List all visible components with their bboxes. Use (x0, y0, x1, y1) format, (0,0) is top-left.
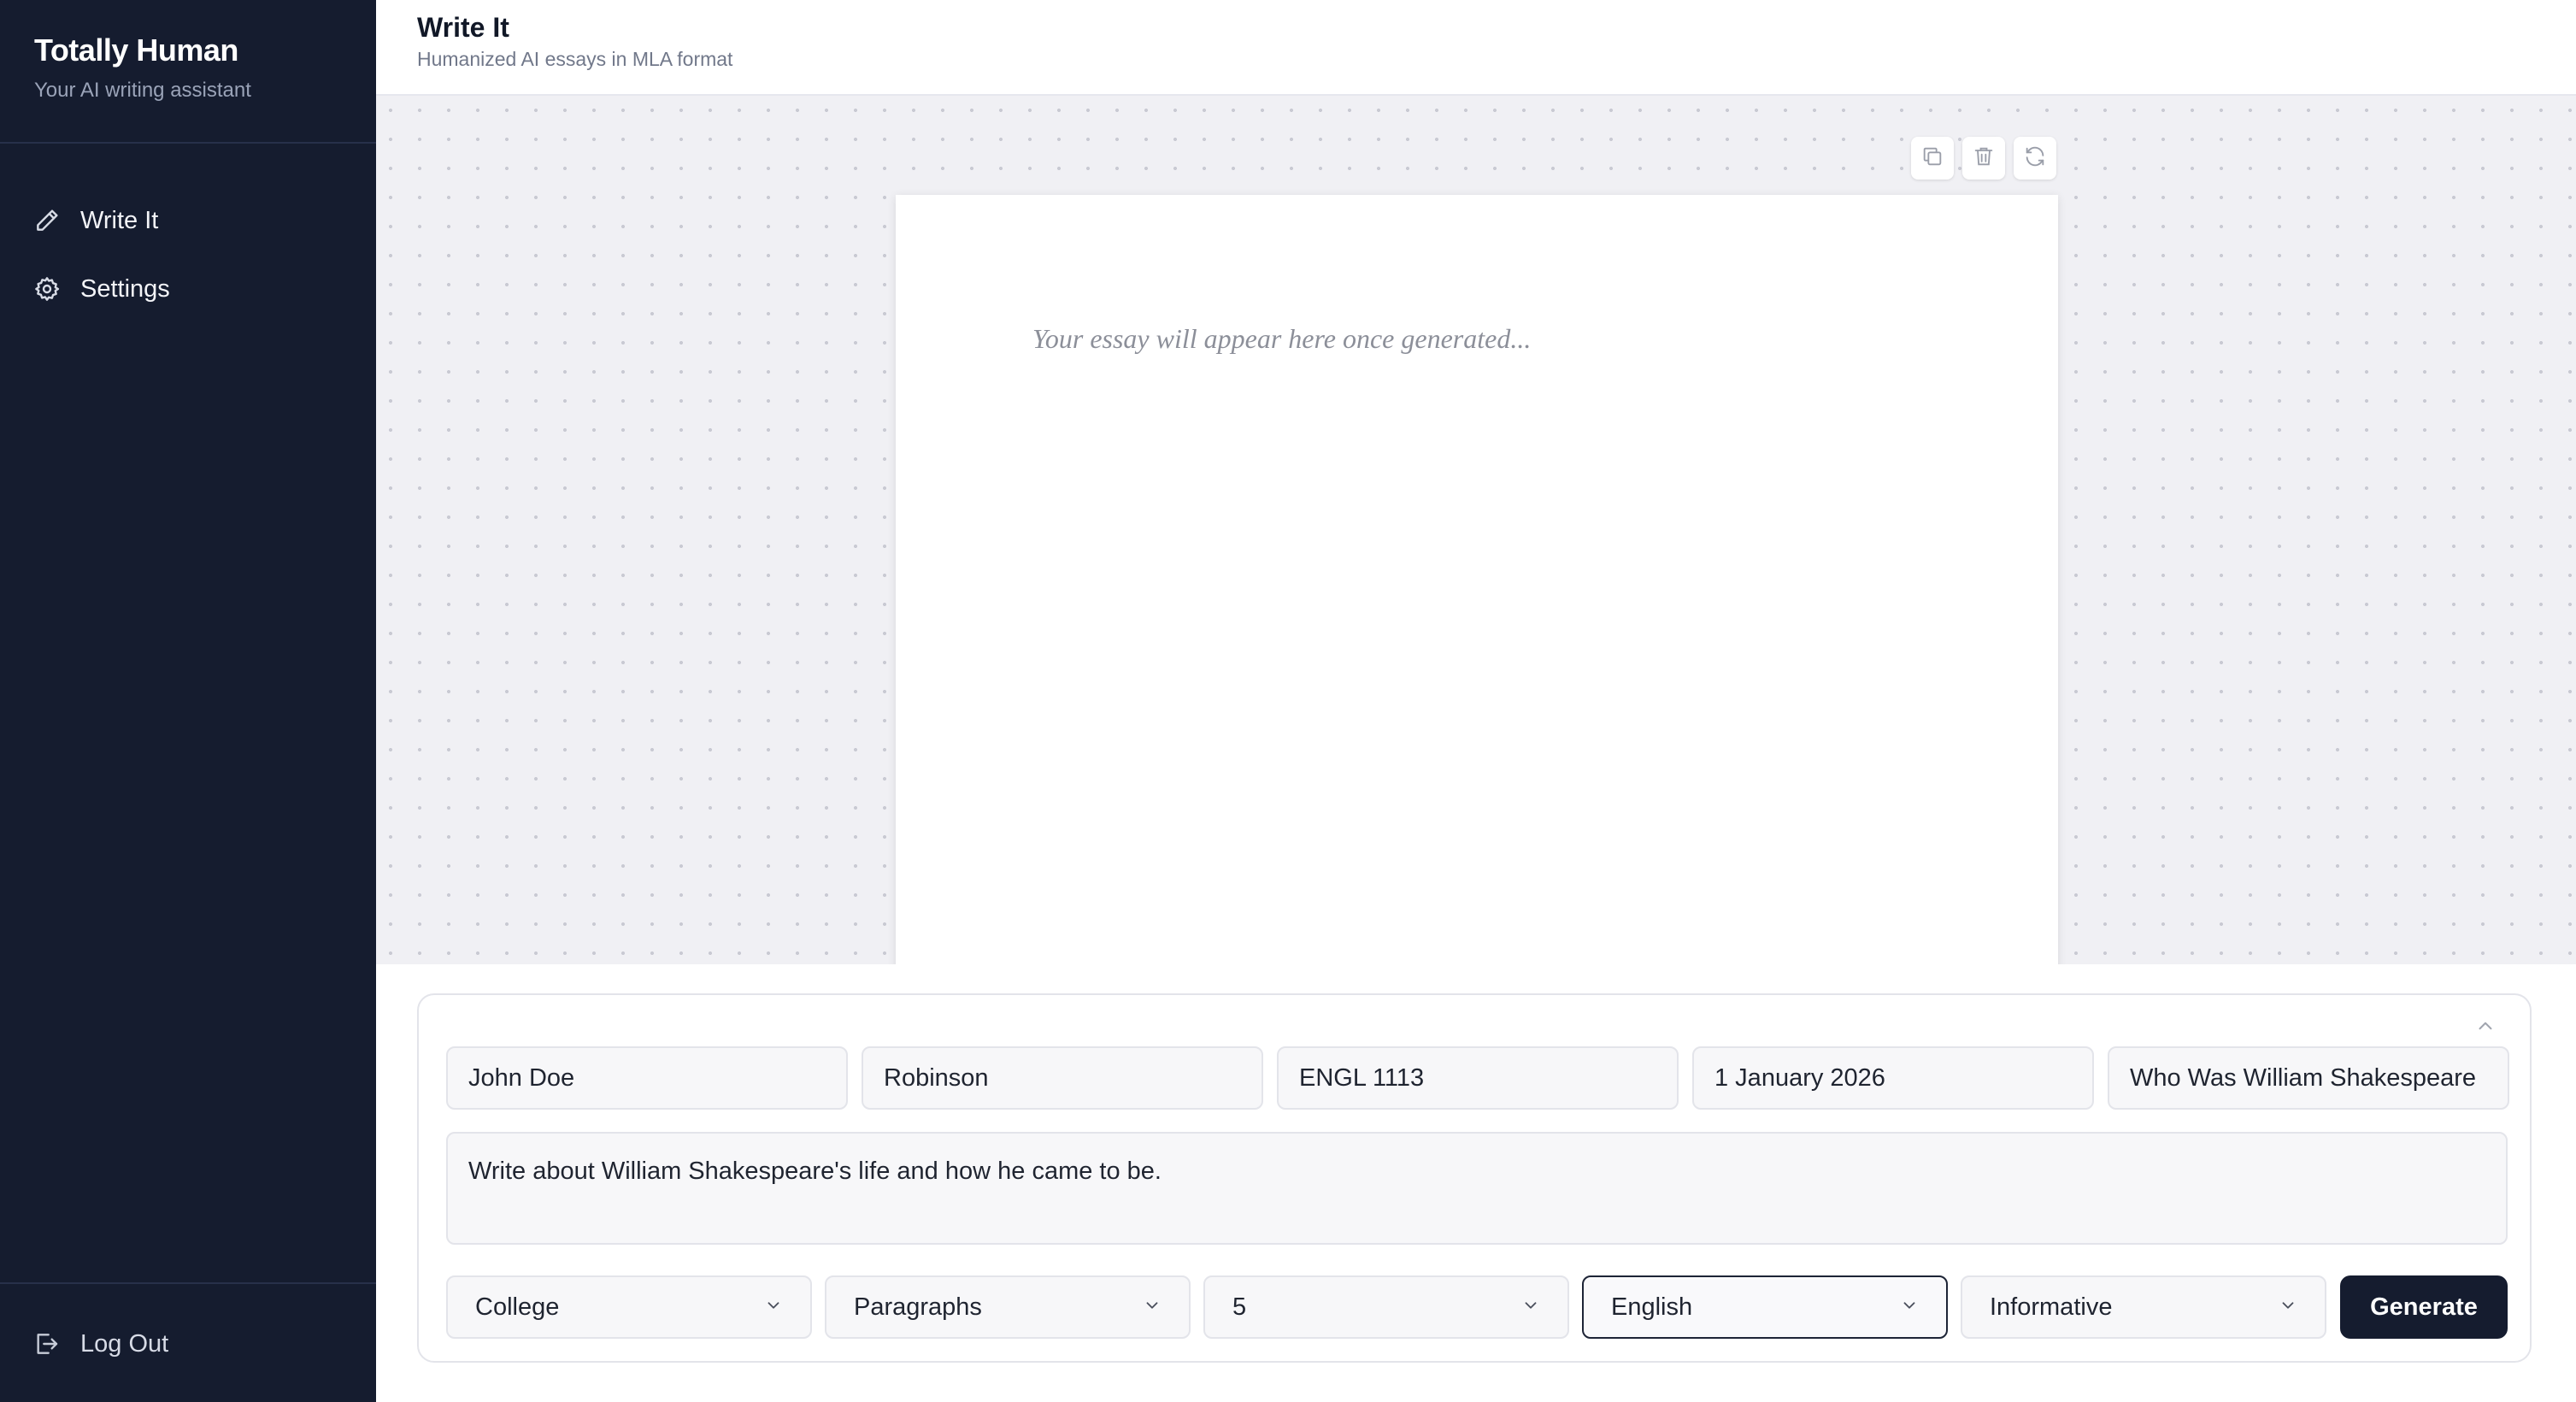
chevron-down-icon (2279, 1293, 2297, 1322)
chevron-down-icon (764, 1293, 783, 1322)
prompt-textarea[interactable]: Write about William Shakespeare's life a… (446, 1132, 2508, 1245)
chevron-up-icon (2474, 1015, 2497, 1041)
document-toolbar (1911, 137, 2056, 180)
app-subtitle: Your AI writing assistant (34, 79, 251, 102)
sidebar-item-settings[interactable]: Settings (0, 255, 376, 323)
generate-button[interactable]: Generate (2340, 1275, 2508, 1339)
brand: Totally Human Your AI writing assistant (0, 0, 376, 144)
chevron-down-icon (1900, 1293, 1919, 1322)
essay-type-value: Informative (1990, 1293, 2113, 1321)
essay-form: John Doe Robinson ENGL 1113 1 January 20… (417, 993, 2532, 1363)
pencil-icon (32, 206, 62, 235)
language-value: English (1611, 1293, 1693, 1321)
delete-button[interactable] (1962, 137, 2005, 180)
page-subtitle: Humanized AI essays in MLA format (417, 48, 733, 70)
page-header: Write It Humanized AI essays in MLA form… (376, 0, 2576, 96)
essay-title-input[interactable]: Who Was William Shakespeare (2108, 1046, 2509, 1110)
date-input[interactable]: 1 January 2026 (1692, 1046, 2094, 1110)
main-content: Write It Humanized AI essays in MLA form… (376, 0, 2576, 1402)
logout-label: Log Out (80, 1329, 169, 1358)
sidebar-nav: Write It Settings (0, 144, 376, 323)
copy-button[interactable] (1911, 137, 1954, 180)
sidebar-footer: Log Out (0, 1282, 376, 1402)
copy-icon (1920, 144, 1944, 173)
gear-icon (32, 274, 62, 303)
length-unit-value: Paragraphs (854, 1293, 982, 1321)
level-value: College (475, 1293, 560, 1321)
sidebar-item-write-it[interactable]: Write It (0, 186, 376, 255)
regenerate-button[interactable] (2014, 137, 2056, 180)
chevron-down-icon (1143, 1293, 1162, 1322)
input-panel-area: John Doe Robinson ENGL 1113 1 January 20… (376, 964, 2576, 1402)
app-title: Totally Human (34, 32, 238, 68)
trash-icon (1972, 144, 1996, 173)
course-input[interactable]: ENGL 1113 (1277, 1046, 1679, 1110)
document-canvas: Your essay will appear here once generat… (376, 96, 2576, 964)
essay-paper: Your essay will appear here once generat… (896, 195, 2058, 964)
length-unit-select[interactable]: Paragraphs (825, 1275, 1191, 1339)
sidebar-item-label: Settings (80, 274, 170, 303)
logout-button[interactable]: Log Out (0, 1310, 376, 1378)
length-count-value: 5 (1232, 1293, 1247, 1321)
level-select[interactable]: College (446, 1275, 812, 1339)
essay-type-select[interactable]: Informative (1961, 1275, 2326, 1339)
chevron-down-icon (1521, 1293, 1540, 1322)
language-select[interactable]: English (1582, 1275, 1948, 1339)
student-name-input[interactable]: John Doe (446, 1046, 848, 1110)
sidebar: Totally Human Your AI writing assistant … (0, 0, 376, 1402)
length-count-select[interactable]: 5 (1203, 1275, 1569, 1339)
refresh-icon (2023, 144, 2047, 173)
logout-icon (32, 1329, 62, 1358)
sidebar-item-label: Write It (80, 206, 159, 234)
collapse-button[interactable] (2470, 1012, 2501, 1043)
page-title: Write It (417, 12, 509, 43)
instructor-input[interactable]: Robinson (862, 1046, 1263, 1110)
essay-placeholder: Your essay will appear here once generat… (1032, 323, 1532, 354)
